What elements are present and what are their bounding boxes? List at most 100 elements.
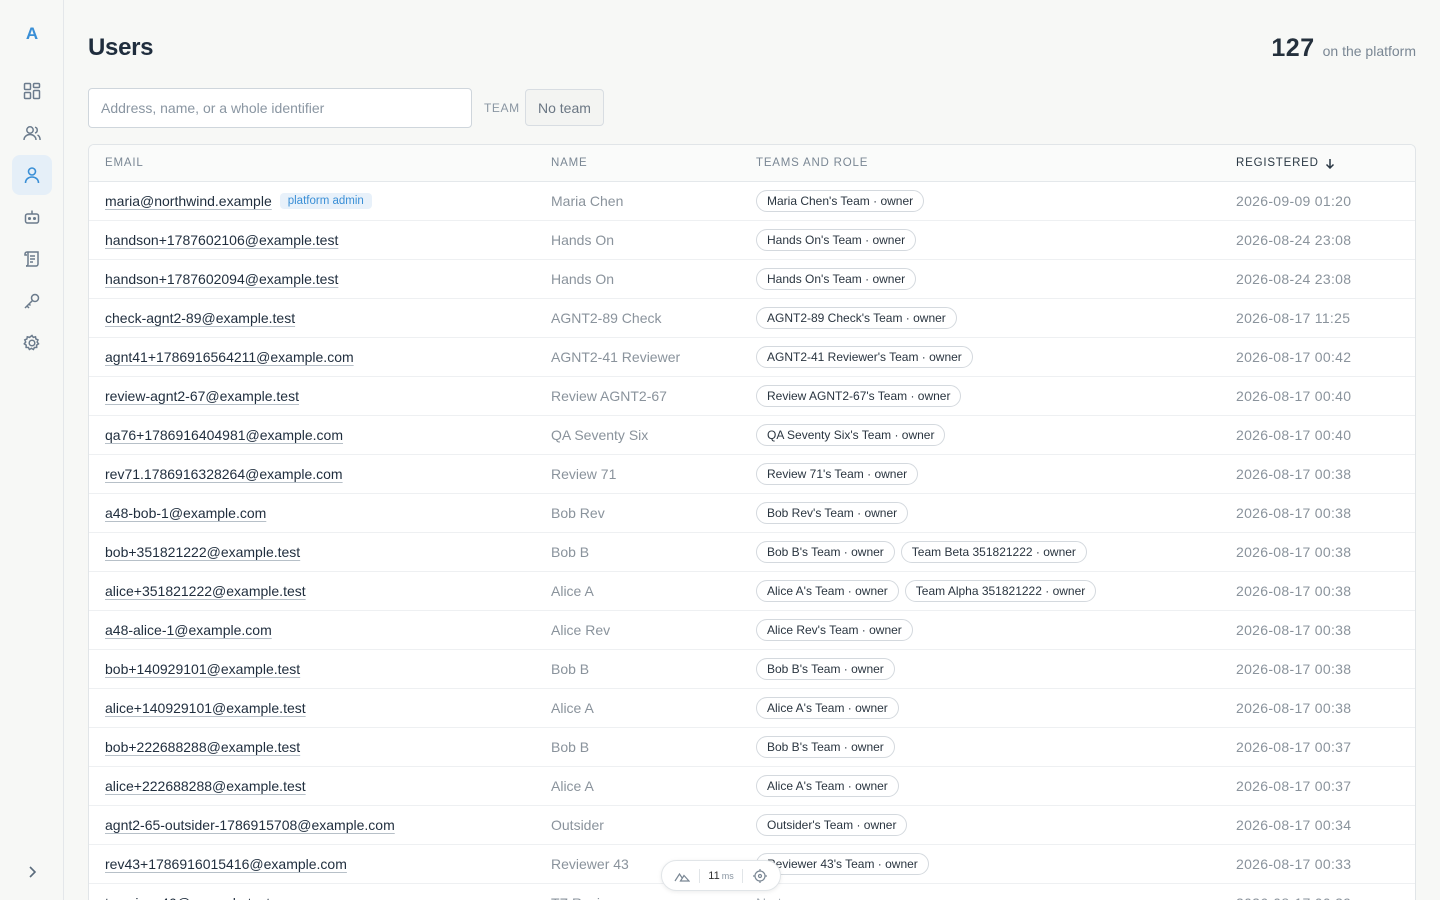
registered-date: 2026-08-17 11:25 [1236, 310, 1351, 326]
user-email-link[interactable]: alice+140929101@example.test [105, 700, 306, 716]
user-email-link[interactable]: alice+222688288@example.test [105, 778, 306, 794]
team-role-chip[interactable]: Maria Chen's Team · owner [756, 190, 925, 212]
user-name: Alice A [551, 700, 594, 716]
nav-settings[interactable] [12, 323, 52, 363]
user-email-link[interactable]: bob+222688288@example.test [105, 739, 300, 755]
nav-dashboard[interactable] [12, 71, 52, 111]
teams-cell: Alice A's Team · owner [756, 689, 899, 727]
team-role-chip[interactable]: Hands On's Team · owner [756, 268, 917, 290]
table-row[interactable]: agnt41+1786916564211@example.com AGNT2-41… [89, 338, 1415, 377]
table-row[interactable]: alice+222688288@example.test Alice A Alice… [89, 767, 1415, 806]
teams-cell: Alice A's Team · owner [756, 767, 899, 805]
table-row[interactable]: bob+351821222@example.test Bob B Bob B's T… [89, 533, 1415, 572]
user-email-link[interactable]: a48-alice-1@example.com [105, 622, 272, 638]
user-email-link[interactable]: agnt41+1786916564211@example.com [105, 349, 354, 365]
no-team-text: No team [756, 895, 809, 900]
nav-keys[interactable] [12, 281, 52, 321]
user-email-link[interactable]: bob+140929101@example.test [105, 661, 300, 677]
bot-icon [24, 210, 40, 224]
team-role-chip[interactable]: Bob B's Team · owner [756, 658, 895, 680]
email-cell: a48-bob-1@example.com [105, 494, 266, 532]
table-row[interactable]: alice+140929101@example.test Alice A Alice… [89, 689, 1415, 728]
key-icon [24, 293, 40, 309]
expand-sidebar-button[interactable] [22, 862, 42, 882]
teams-cell: Maria Chen's Team · owner [756, 182, 925, 220]
user-email-link[interactable]: alice+351821222@example.test [105, 583, 306, 599]
registered-date: 2026-08-17 00:38 [1236, 661, 1352, 677]
registered-date: 2026-09-09 01:20 [1236, 193, 1352, 209]
table-row[interactable]: bob+222688288@example.test Bob B Bob B's T… [89, 728, 1415, 767]
email-cell: rev71.1786916328264@example.com [105, 455, 343, 493]
teams-cell: Hands On's Team · owner [756, 221, 917, 259]
column-header-name[interactable]: NAME [551, 157, 587, 169]
user-email-link[interactable]: handson+1787602094@example.test [105, 271, 338, 287]
user-email-link[interactable]: rev43+1786916015416@example.com [105, 856, 347, 872]
team-role-chip[interactable]: Bob Rev's Team · owner [756, 502, 909, 524]
user-email-link[interactable]: agnt2-65-outsider-1786915708@example.com [105, 817, 395, 833]
registered-date: 2026-08-17 00:38 [1236, 622, 1352, 638]
table-row[interactable]: alice+351821222@example.test Alice A Alice… [89, 572, 1415, 611]
nav-logs[interactable] [12, 239, 52, 279]
teams-cell: AGNT2-41 Reviewer's Team · owner [756, 338, 973, 376]
registered-date: 2026-08-17 00:38 [1236, 544, 1352, 560]
team-role-chip[interactable]: Alice A's Team · owner [756, 580, 899, 602]
email-cell: tzreview-46@example.test [105, 884, 270, 900]
teams-icon [23, 126, 41, 141]
perf-divider [698, 868, 700, 883]
table-row[interactable]: check-agnt2-89@example.test AGNT2-89 Chec… [89, 299, 1415, 338]
team-filter-select[interactable]: No team [525, 89, 604, 126]
dashboard-icon [23, 82, 41, 100]
nav-bots[interactable] [12, 197, 52, 237]
teams-cell: Reviewer 43's Team · owner [756, 845, 929, 883]
team-role-chip[interactable]: AGNT2-41 Reviewer's Team · owner [756, 346, 973, 368]
team-role-chip[interactable]: QA Seventy Six's Team · owner [756, 424, 946, 446]
team-role-chip[interactable]: AGNT2-89 Check's Team · owner [756, 307, 957, 329]
user-email-link[interactable]: qa76+1786916404981@example.com [105, 427, 343, 443]
teams-cell: Outsider's Team · owner [756, 806, 908, 844]
target-icon[interactable] [752, 868, 768, 884]
team-role-chip[interactable]: Bob B's Team · owner [756, 541, 895, 563]
nav-teams[interactable] [12, 113, 52, 153]
user-email-link[interactable]: rev71.1786916328264@example.com [105, 466, 343, 482]
team-role-chip[interactable]: Reviewer 43's Team · owner [756, 853, 929, 875]
team-role-chip[interactable]: Team Alpha 351821222 · owner [904, 580, 1097, 602]
search-input[interactable] [88, 88, 472, 128]
team-role-chip[interactable]: Bob B's Team · owner [756, 736, 895, 758]
column-header-email[interactable]: EMAIL [105, 157, 144, 169]
perf-widget[interactable]: 11 ms [661, 860, 781, 891]
registered-date: 2026-08-17 00:38 [1236, 583, 1352, 599]
table-row[interactable]: handson+1787602106@example.test Hands On H… [89, 221, 1415, 260]
team-role-chip[interactable]: Hands On's Team · owner [756, 229, 917, 251]
app-logo[interactable]: A [0, 24, 64, 44]
table-row[interactable]: a48-bob-1@example.com Bob Rev Bob Rev's Te… [89, 494, 1415, 533]
table-row[interactable]: maria@northwind.example platform admin Mar… [89, 182, 1415, 221]
email-cell: bob+222688288@example.test [105, 728, 300, 766]
team-role-chip[interactable]: Team Beta 351821222 · owner [900, 541, 1087, 563]
user-email-link[interactable]: tzreview-46@example.test [105, 895, 270, 900]
team-role-chip[interactable]: Alice A's Team · owner [756, 775, 899, 797]
user-email-link[interactable]: bob+351821222@example.test [105, 544, 300, 560]
user-email-link[interactable]: handson+1787602106@example.test [105, 232, 338, 248]
user-email-link[interactable]: maria@northwind.example [105, 193, 272, 209]
team-role-chip[interactable]: Alice A's Team · owner [756, 697, 899, 719]
nav-users[interactable] [12, 155, 52, 195]
team-role-chip[interactable]: Alice Rev's Team · owner [756, 619, 913, 641]
table-row[interactable]: bob+140929101@example.test Bob B Bob B's T… [89, 650, 1415, 689]
column-header-registered[interactable]: REGISTERED [1236, 157, 1335, 169]
table-row[interactable]: a48-alice-1@example.com Alice Rev Alice Re… [89, 611, 1415, 650]
team-role-chip[interactable]: Outsider's Team · owner [756, 814, 908, 836]
user-name: Review 71 [551, 466, 617, 482]
table-row[interactable]: rev71.1786916328264@example.com Review 71… [89, 455, 1415, 494]
user-email-link[interactable]: a48-bob-1@example.com [105, 505, 266, 521]
team-role-chip[interactable]: Review 71's Team · owner [756, 463, 919, 485]
column-header-teams[interactable]: TEAMS AND ROLE [756, 157, 868, 169]
table-row[interactable]: review-agnt2-67@example.test Review AGNT2… [89, 377, 1415, 416]
user-name: AGNT2-41 Reviewer [551, 349, 681, 365]
table-row[interactable]: handson+1787602094@example.test Hands On H… [89, 260, 1415, 299]
teams-cell: Review 71's Team · owner [756, 455, 919, 493]
user-email-link[interactable]: check-agnt2-89@example.test [105, 310, 295, 326]
user-email-link[interactable]: review-agnt2-67@example.test [105, 388, 299, 404]
table-row[interactable]: qa76+1786916404981@example.com QA Seventy… [89, 416, 1415, 455]
table-row[interactable]: agnt2-65-outsider-1786915708@example.com… [89, 806, 1415, 845]
team-role-chip[interactable]: Review AGNT2-67's Team · owner [756, 385, 962, 407]
